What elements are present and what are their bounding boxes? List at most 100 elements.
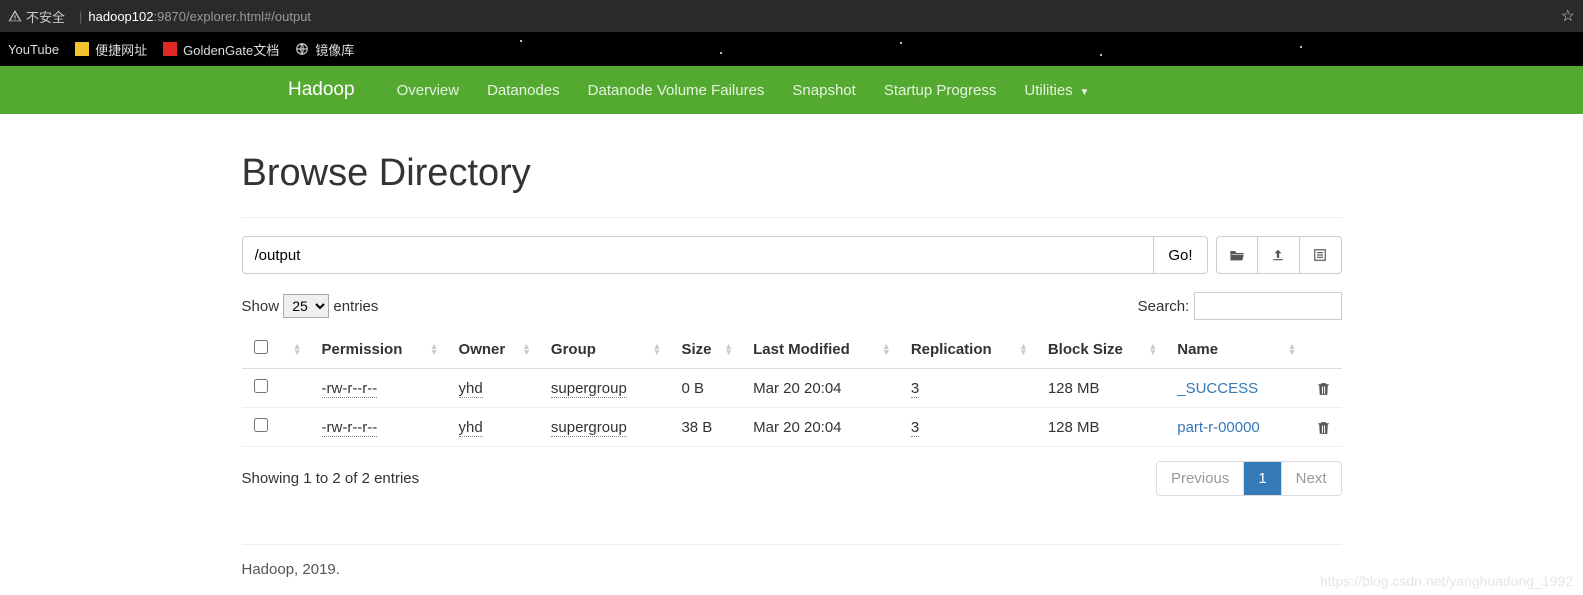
select-all-checkbox[interactable]	[254, 340, 268, 354]
pagination-page-1[interactable]: 1	[1244, 462, 1281, 495]
go-button[interactable]: Go!	[1154, 236, 1207, 274]
page-title: Browse Directory	[242, 152, 1342, 195]
bookmark-label: GoldenGate文档	[183, 40, 279, 59]
search-label: Search:	[1138, 298, 1190, 315]
sort-icon: ▲▼	[430, 343, 439, 355]
permission-cell[interactable]: -rw-r--r--	[322, 380, 378, 398]
file-link[interactable]: _SUCCESS	[1177, 380, 1258, 397]
sort-icon: ▲▼	[724, 343, 733, 355]
sort-icon: ▲▼	[1148, 343, 1157, 355]
url[interactable]: hadoop102:9870/explorer.html#/output	[88, 9, 311, 24]
bookmark-label: 便捷网址	[95, 40, 147, 59]
bookmark-goldengate[interactable]: GoldenGate文档	[163, 40, 279, 59]
bookmark-youtube[interactable]: YouTube	[8, 42, 59, 57]
entries-control: Show 25 entries	[242, 294, 379, 318]
owner-cell[interactable]: yhd	[459, 380, 483, 398]
watermark: https://blog.csdn.net/yanghuadong_1992	[1320, 573, 1573, 589]
permission-cell[interactable]: -rw-r--r--	[322, 419, 378, 437]
caret-down-icon: ▼	[1077, 87, 1090, 98]
oracle-icon	[163, 42, 177, 56]
url-path: /explorer.html#/output	[186, 9, 311, 24]
nav-startup-progress[interactable]: Startup Progress	[870, 68, 1011, 113]
delete-button[interactable]	[1317, 381, 1330, 396]
page-footer: Hadoop, 2019.	[242, 544, 1342, 578]
row-checkbox[interactable]	[254, 418, 268, 432]
bookmark-label: YouTube	[8, 42, 59, 57]
col-name[interactable]: Name▲▼	[1165, 330, 1304, 369]
bookmarks-bar: YouTube 便捷网址 GoldenGate文档 镜像库	[0, 32, 1583, 66]
nav-datanodes[interactable]: Datanodes	[473, 68, 574, 113]
sort-icon: ▲▼	[653, 343, 662, 355]
replication-cell[interactable]: 3	[911, 380, 919, 398]
footer-text: Hadoop, 2019.	[242, 561, 340, 578]
col-group[interactable]: Group▲▼	[539, 330, 670, 369]
cut-button[interactable]	[1300, 236, 1342, 274]
bookmark-label: 镜像库	[315, 40, 354, 59]
list-icon	[1313, 248, 1327, 262]
path-input[interactable]	[242, 236, 1155, 274]
bookmark-mirror[interactable]: 镜像库	[295, 40, 354, 59]
table-row: -rw-r--r-- yhd supergroup 38 B Mar 20 20…	[242, 408, 1342, 447]
group-cell[interactable]: supergroup	[551, 419, 627, 437]
new-folder-button[interactable]	[1216, 236, 1258, 274]
trash-icon	[1317, 420, 1330, 435]
entries-select[interactable]: 25	[283, 294, 329, 318]
globe-icon	[295, 42, 309, 56]
pagination: Previous 1 Next	[1156, 461, 1342, 496]
divider	[242, 217, 1342, 218]
replication-cell[interactable]: 3	[911, 419, 919, 437]
bookmark-convenience[interactable]: 便捷网址	[75, 40, 147, 59]
nav-utilities-label: Utilities	[1024, 82, 1072, 99]
separator: |	[79, 9, 82, 24]
upload-button[interactable]	[1258, 236, 1300, 274]
nav-snapshot[interactable]: Snapshot	[778, 68, 869, 113]
pagination-prev[interactable]: Previous	[1157, 462, 1244, 495]
pagination-next[interactable]: Next	[1282, 462, 1341, 495]
col-modified[interactable]: Last Modified▲▼	[741, 330, 899, 369]
search-input[interactable]	[1194, 292, 1342, 320]
size-cell: 38 B	[669, 408, 741, 447]
group-cell[interactable]: supergroup	[551, 380, 627, 398]
blocksize-cell: 128 MB	[1036, 408, 1165, 447]
col-owner[interactable]: Owner▲▼	[447, 330, 539, 369]
table-header-row: ▲▼ Permission▲▼ Owner▲▼ Group▲▼ Size▲▼ L…	[242, 330, 1342, 369]
url-port: :9870	[153, 9, 186, 24]
col-blocksize[interactable]: Block Size▲▼	[1036, 330, 1165, 369]
search-control: Search:	[1138, 292, 1342, 320]
sort-icon: ▲▼	[1288, 343, 1297, 355]
modified-cell: Mar 20 20:04	[741, 369, 899, 408]
bookmark-star-icon[interactable]: ☆	[1561, 6, 1575, 26]
path-row: Go!	[242, 236, 1342, 274]
file-table: ▲▼ Permission▲▼ Owner▲▼ Group▲▼ Size▲▼ L…	[242, 330, 1342, 447]
entries-label: entries	[333, 298, 378, 315]
warning-icon	[8, 9, 22, 23]
sort-icon: ▲▼	[882, 343, 891, 355]
toolbar-buttons	[1216, 236, 1342, 274]
modified-cell: Mar 20 20:04	[741, 408, 899, 447]
folder-open-icon	[1229, 248, 1245, 262]
brand[interactable]: Hadoop	[288, 79, 355, 101]
insecure-label: 不安全	[26, 7, 65, 26]
table-row: -rw-r--r-- yhd supergroup 0 B Mar 20 20:…	[242, 369, 1342, 408]
sort-icon: ▲▼	[1019, 343, 1028, 355]
folder-icon	[75, 42, 89, 56]
url-host: hadoop102	[88, 9, 153, 24]
nav-volume-failures[interactable]: Datanode Volume Failures	[574, 68, 779, 113]
owner-cell[interactable]: yhd	[459, 419, 483, 437]
table-controls: Show 25 entries Search:	[242, 292, 1342, 320]
browser-address-bar: 不安全 | hadoop102:9870/explorer.html#/outp…	[0, 0, 1583, 32]
path-input-group: Go!	[242, 236, 1208, 274]
col-size[interactable]: Size▲▼	[669, 330, 741, 369]
main-navbar: Hadoop Overview Datanodes Datanode Volum…	[0, 66, 1583, 114]
col-permission[interactable]: Permission▲▼	[310, 330, 447, 369]
table-footer: Showing 1 to 2 of 2 entries Previous 1 N…	[242, 461, 1342, 496]
nav-overview[interactable]: Overview	[383, 68, 474, 113]
col-replication[interactable]: Replication▲▼	[899, 330, 1036, 369]
row-checkbox[interactable]	[254, 379, 268, 393]
size-cell: 0 B	[669, 369, 741, 408]
sort-icon[interactable]: ▲▼	[293, 343, 302, 355]
blocksize-cell: 128 MB	[1036, 369, 1165, 408]
file-link[interactable]: part-r-00000	[1177, 419, 1260, 436]
delete-button[interactable]	[1317, 420, 1330, 435]
nav-utilities[interactable]: Utilities ▼	[1010, 68, 1103, 113]
